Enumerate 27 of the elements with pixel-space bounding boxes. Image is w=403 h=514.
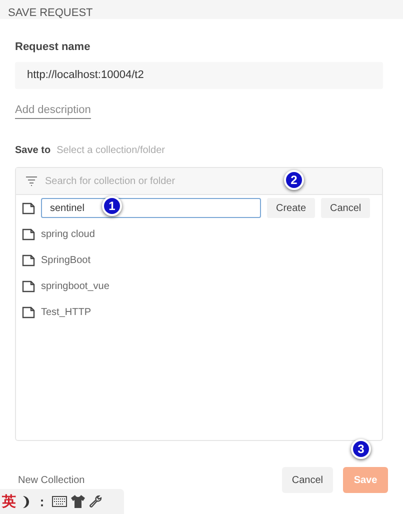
create-button[interactable]: Create — [267, 198, 316, 218]
keyboard-icon[interactable] — [52, 496, 67, 507]
collection-item[interactable]: Test_HTTP — [41, 304, 92, 320]
collection-item[interactable]: spring cloud — [41, 226, 95, 242]
folder-icon — [22, 228, 35, 240]
save-to-hint: Select a collection/folder — [56, 144, 165, 158]
filter-icon — [26, 176, 37, 186]
input-mode-label[interactable]: 英 — [2, 491, 16, 512]
field-label: Save to — [15, 144, 51, 158]
request-name-field[interactable]: http://localhost:10004/t2 — [15, 62, 383, 88]
wrench-icon[interactable] — [89, 495, 102, 508]
punctuation-label[interactable]: ： — [36, 492, 48, 510]
shirt-icon[interactable] — [71, 495, 85, 508]
collection-item[interactable]: springboot_vue — [41, 278, 110, 294]
folder-icon — [22, 202, 35, 214]
cancel-button[interactable]: Cancel — [321, 198, 370, 218]
dialog-title: SAVE REQUEST — [8, 7, 93, 19]
step-marker: 3 — [351, 439, 371, 459]
new-collection-link[interactable]: New Collection — [18, 472, 85, 488]
folder-icon — [22, 280, 35, 292]
folder-icon — [22, 306, 35, 318]
field-label: Request name — [15, 40, 92, 55]
step-marker: 1 — [102, 196, 122, 216]
add-description-link[interactable]: Add description — [15, 102, 91, 119]
cancel-button[interactable]: Cancel — [282, 467, 333, 493]
folder-icon — [22, 254, 35, 266]
collection-item[interactable]: SpringBoot — [41, 252, 90, 268]
